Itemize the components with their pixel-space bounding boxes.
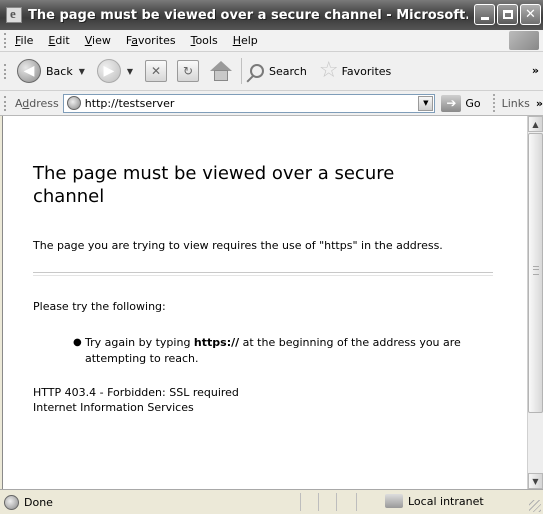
menu-bar: File Edit View Favorites Tools Help <box>0 30 543 52</box>
page-content: The page must be viewed over a secure ch… <box>2 116 528 489</box>
go-button[interactable]: ➔ Go <box>441 94 481 112</box>
toolbar-grip[interactable] <box>4 63 9 79</box>
status-pane <box>336 493 356 511</box>
status-pane <box>356 493 380 511</box>
windows-logo-icon <box>509 31 539 50</box>
favorites-button[interactable]: ☆ Favorites <box>317 56 393 86</box>
zone-text: Local intranet <box>408 494 484 508</box>
search-button[interactable]: Search <box>248 56 309 86</box>
menu-edit[interactable]: Edit <box>48 34 69 47</box>
go-label: Go <box>465 96 481 110</box>
status-panes <box>300 493 380 511</box>
toolbar-separator <box>241 58 243 84</box>
back-dropdown-icon[interactable]: ▼ <box>79 67 85 76</box>
maximize-button[interactable] <box>497 4 518 25</box>
browser-window: The page must be viewed over a secure ch… <box>0 0 543 514</box>
menu-favorites[interactable]: Favorites <box>126 34 176 47</box>
menu-file[interactable]: File <box>15 34 33 47</box>
stop-button[interactable]: ✕ <box>143 56 169 86</box>
status-bar: Done Local intranet <box>0 489 543 514</box>
address-input[interactable]: http://testserver ▼ <box>62 93 436 113</box>
minimize-button[interactable] <box>474 4 495 25</box>
back-label: Back <box>46 64 73 78</box>
bullet-icon: ● <box>73 337 82 348</box>
status-text: Done <box>24 495 53 509</box>
security-zone[interactable]: Local intranet <box>385 494 484 508</box>
window-title: The page must be viewed over a secure ch… <box>28 7 468 23</box>
close-icon: ✕ <box>525 7 536 22</box>
forward-arrow-icon: ▶ <box>96 59 121 83</box>
links-overflow-chevron[interactable]: » <box>536 97 543 110</box>
forward-dropdown-icon[interactable]: ▼ <box>127 67 133 76</box>
back-arrow-icon: ◀ <box>17 59 41 83</box>
resize-grip[interactable] <box>529 500 541 512</box>
menu-help[interactable]: Help <box>233 34 258 47</box>
star-icon: ☆ <box>318 58 339 83</box>
minimize-icon <box>480 17 489 20</box>
menu-view[interactable]: View <box>85 34 111 47</box>
status-pane <box>300 493 318 511</box>
horizontal-rule <box>33 272 493 276</box>
address-bar: Address http://testserver ▼ ➔ Go Links » <box>0 91 543 116</box>
address-url[interactable]: http://testserver <box>85 97 175 110</box>
close-button[interactable]: ✕ <box>520 4 541 25</box>
standard-toolbar: ◀ Back ▼ ▶ ▼ ✕ ↻ Search ☆ Favorites » <box>0 52 543 91</box>
error-code-text: HTTP 403.4 - Forbidden: SSL required <box>33 386 239 399</box>
address-grip[interactable] <box>4 95 9 111</box>
stop-icon: ✕ <box>145 60 168 82</box>
toolbar-overflow-chevron[interactable]: » <box>532 64 539 77</box>
thumb-grip-icon <box>533 266 539 275</box>
home-icon <box>209 60 233 82</box>
search-icon <box>250 64 265 78</box>
favorites-label: Favorites <box>341 64 392 78</box>
menu-grip[interactable] <box>4 33 9 48</box>
status-pane <box>318 493 336 511</box>
scroll-up-icon[interactable]: ▲ <box>528 116 543 132</box>
bullet-text: Try again by typing https:// at the begi… <box>85 336 461 365</box>
go-arrow-icon: ➔ <box>441 94 462 112</box>
links-label[interactable]: Links <box>502 97 530 110</box>
page-title: The page must be viewed over a secure ch… <box>33 163 395 207</box>
scroll-thumb[interactable] <box>528 133 543 413</box>
intro-text: The page you are trying to view requires… <box>33 239 443 252</box>
title-bar[interactable]: The page must be viewed over a secure ch… <box>0 0 543 30</box>
page-icon <box>66 96 81 110</box>
search-label: Search <box>269 64 307 78</box>
address-dropdown-icon[interactable]: ▼ <box>418 95 434 111</box>
vertical-scrollbar[interactable]: ▲ ▼ <box>527 116 543 489</box>
forward-button[interactable]: ▶ ▼ <box>95 56 135 86</box>
try-following-text: Please try the following: <box>33 300 166 313</box>
refresh-icon: ↻ <box>177 60 200 82</box>
home-button[interactable] <box>207 56 235 86</box>
back-button[interactable]: ◀ Back ▼ <box>15 56 87 86</box>
intranet-zone-icon <box>385 494 403 508</box>
refresh-button[interactable]: ↻ <box>175 56 201 86</box>
address-label: Address <box>14 96 59 110</box>
page-status-icon <box>4 494 19 510</box>
ie-app-icon <box>6 6 22 23</box>
links-separator[interactable] <box>492 94 496 112</box>
list-item: ● Try again by typing https:// at the be… <box>73 335 493 367</box>
maximize-icon <box>502 10 513 19</box>
menu-tools[interactable]: Tools <box>191 34 218 47</box>
scroll-down-icon[interactable]: ▼ <box>528 473 543 489</box>
server-name-text: Internet Information Services <box>33 401 194 414</box>
